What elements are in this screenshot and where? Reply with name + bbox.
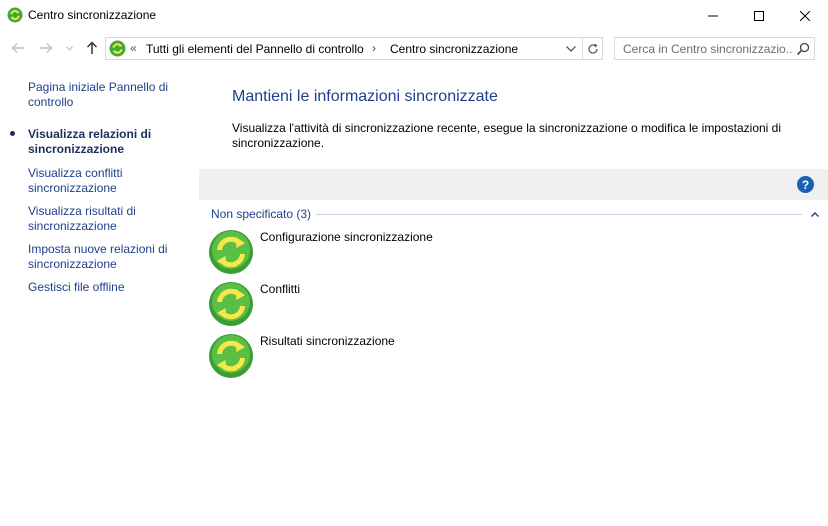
list-item-conflicts[interactable]: Conflitti: [208, 281, 608, 329]
command-bar: ?: [199, 169, 828, 200]
recent-locations-button[interactable]: [62, 38, 76, 58]
search-input[interactable]: [615, 38, 793, 59]
sync-icon: [209, 334, 253, 378]
group-collapse-button[interactable]: [809, 208, 821, 220]
maximize-button[interactable]: [736, 0, 782, 32]
maximize-icon: [754, 11, 764, 21]
title-bar: Centro sincronizzazione: [0, 0, 828, 32]
sidebar-item-control-panel-home[interactable]: Pagina iniziale Pannello di controllo: [28, 80, 188, 110]
sidebar-item-manage-offline-files[interactable]: Gestisci file offline: [28, 280, 188, 295]
arrow-left-icon: [11, 43, 24, 53]
address-overflow-chevron[interactable]: «: [130, 41, 137, 55]
search-box[interactable]: [614, 37, 815, 60]
breadcrumb-separator[interactable]: ›: [372, 41, 376, 55]
breadcrumb-control-panel[interactable]: Tutti gli elementi del Pannello di contr…: [146, 42, 364, 56]
sync-icon: [209, 230, 253, 274]
help-button[interactable]: ?: [797, 176, 814, 193]
search-icon[interactable]: [795, 41, 811, 57]
refresh-button[interactable]: [583, 37, 603, 60]
main-content: Mantieni le informazioni sincronizzate V…: [199, 64, 828, 526]
page-title: Mantieni le informazioni sincronizzate: [232, 88, 498, 105]
arrow-up-icon: [86, 41, 98, 54]
refresh-icon: [587, 43, 598, 54]
arrow-right-icon: [40, 43, 53, 53]
sidebar-item-view-sync-results[interactable]: Visualizza risultati di sincronizzazione: [28, 204, 188, 234]
forward-button[interactable]: [36, 38, 56, 58]
chevron-down-icon: [566, 46, 576, 52]
page-description: Visualizza l'attività di sincronizzazion…: [232, 121, 782, 150]
list-item-sync-setup[interactable]: Configurazione sincronizzazione: [208, 229, 608, 277]
item-label: Risultati sincronizzazione: [260, 334, 395, 348]
address-dropdown-button[interactable]: [564, 42, 578, 56]
sidebar: Pagina iniziale Pannello di controllo Vi…: [0, 64, 199, 526]
minimize-icon: [708, 15, 718, 17]
minimize-button[interactable]: [690, 0, 736, 32]
list-item-sync-results[interactable]: Risultati sincronizzazione: [208, 333, 608, 381]
item-label: Configurazione sincronizzazione: [260, 230, 433, 244]
sync-icon: [209, 282, 253, 326]
chevron-down-icon: [65, 45, 73, 51]
chevron-up-icon: [811, 211, 819, 217]
group-divider: [316, 214, 802, 215]
navigation-bar: « Tutti gli elementi del Pannello di con…: [0, 32, 828, 64]
close-icon: [800, 11, 810, 21]
group-header[interactable]: Non specificato (3): [211, 207, 311, 221]
sync-center-icon: [109, 40, 126, 57]
sync-center-app-icon: [7, 7, 23, 23]
up-button[interactable]: [82, 38, 102, 58]
item-label: Conflitti: [260, 282, 301, 296]
window-title: Centro sincronizzazione: [28, 8, 157, 22]
breadcrumb-sync-center[interactable]: Centro sincronizzazione: [390, 42, 518, 56]
address-bar[interactable]: « Tutti gli elementi del Pannello di con…: [105, 37, 583, 60]
back-button[interactable]: [8, 38, 28, 58]
help-icon: ?: [801, 177, 810, 192]
active-item-bullet: [10, 131, 15, 136]
sidebar-item-setup-new-partnerships[interactable]: Imposta nuove relazioni di sincronizzazi…: [28, 242, 188, 272]
close-button[interactable]: [782, 0, 828, 32]
sidebar-item-view-sync-partnerships[interactable]: Visualizza relazioni di sincronizzazione: [28, 127, 188, 157]
sidebar-item-view-sync-conflicts[interactable]: Visualizza conflitti sincronizzazione: [28, 166, 188, 196]
